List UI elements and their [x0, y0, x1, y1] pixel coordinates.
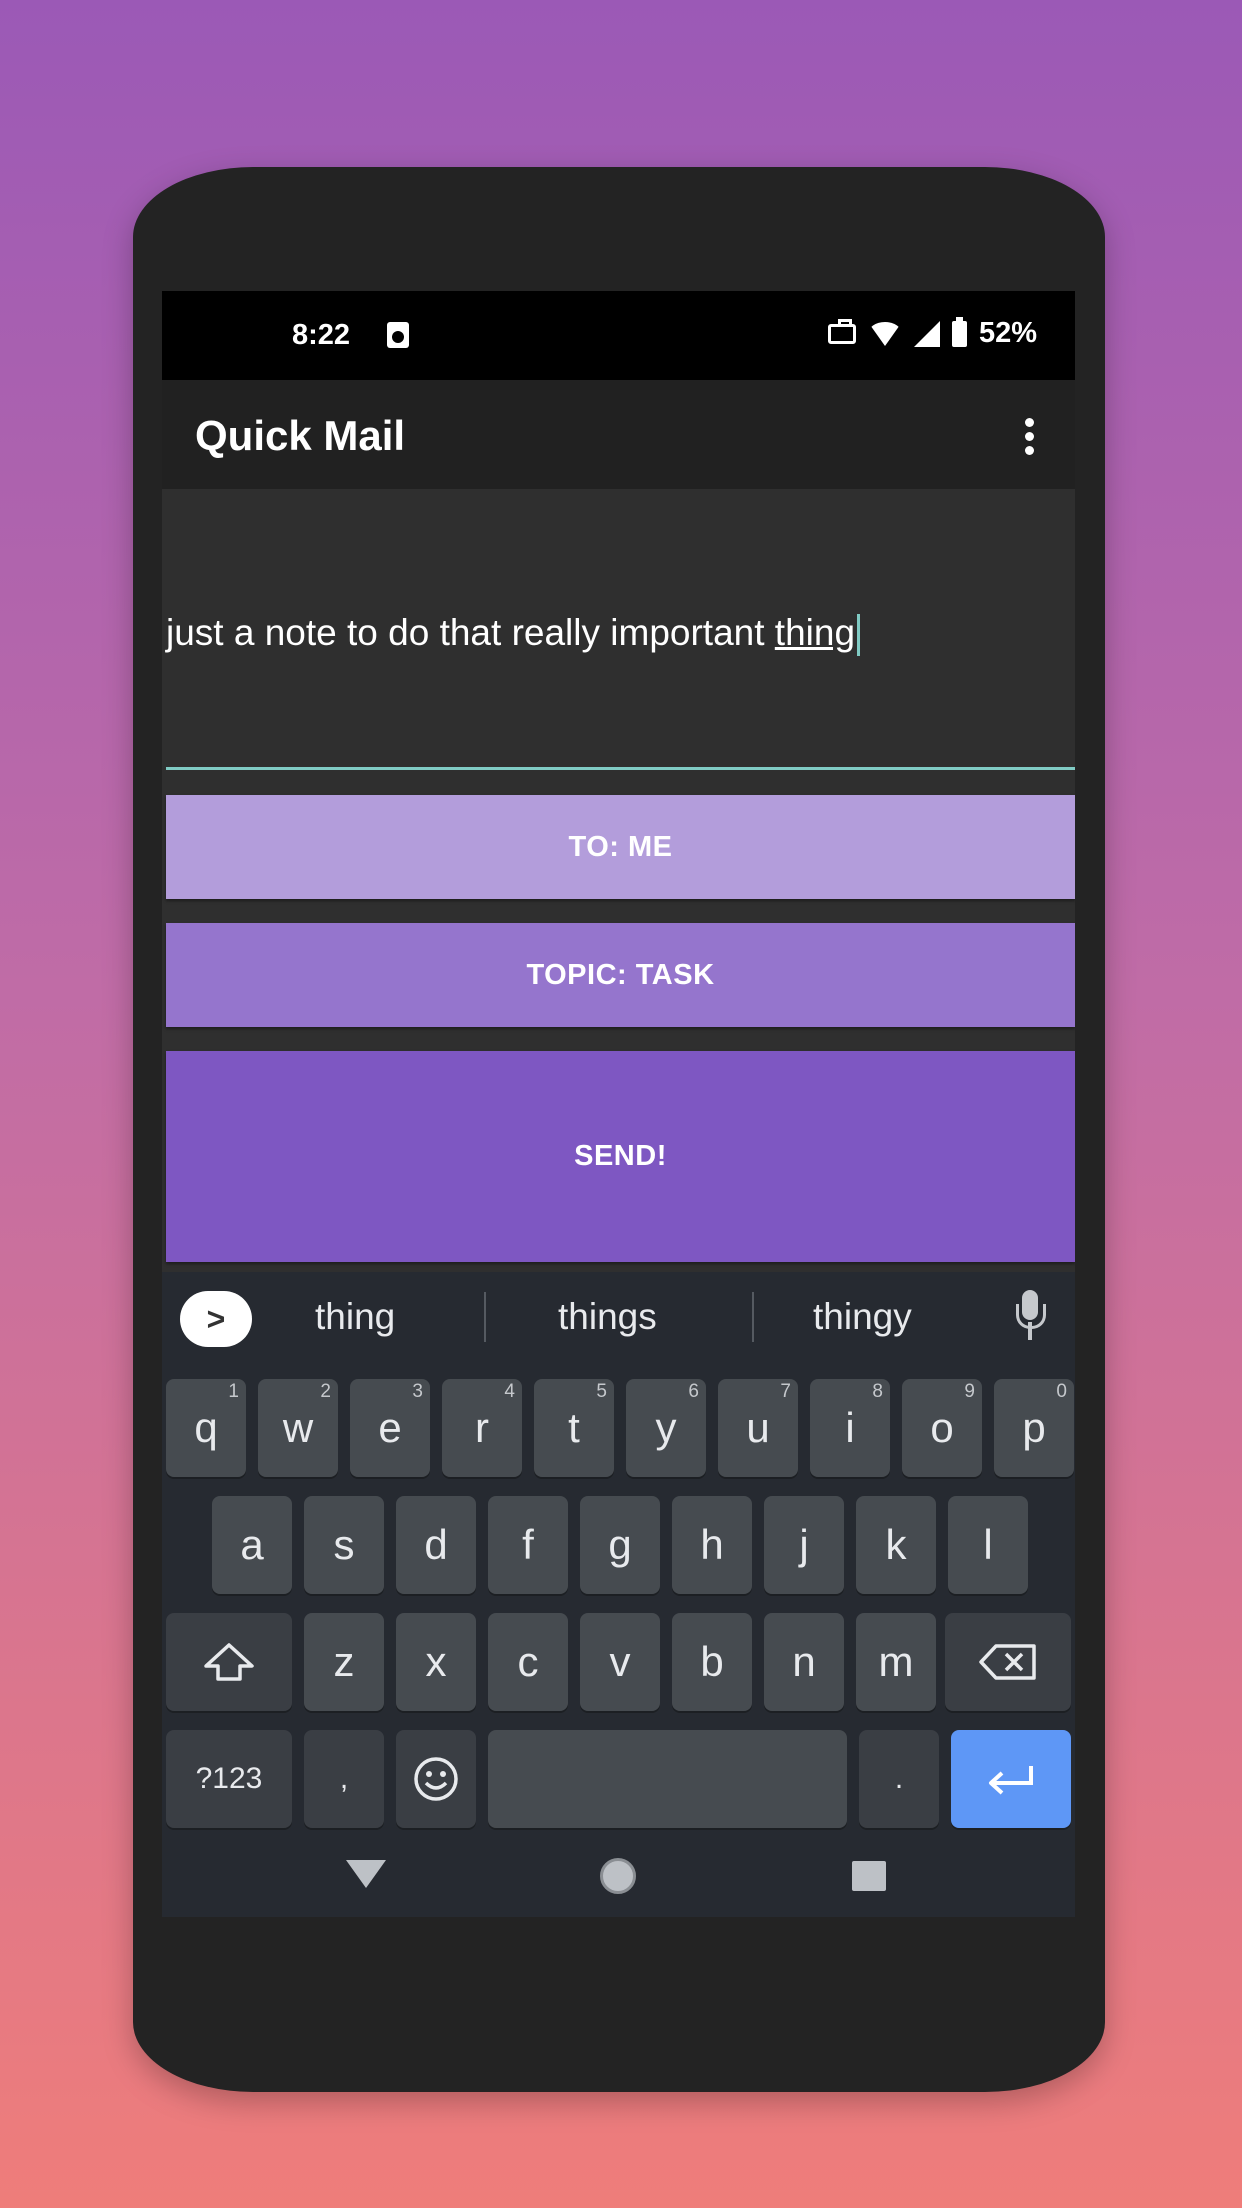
symbols-key[interactable]: ?123: [166, 1730, 292, 1828]
key-label: t: [568, 1404, 580, 1451]
nav-back-icon[interactable]: [346, 1860, 386, 1888]
key-label: r: [475, 1404, 489, 1451]
enter-icon: [989, 1766, 1033, 1795]
app-title: Quick Mail: [195, 412, 406, 459]
send-button[interactable]: SEND!: [166, 1051, 1075, 1262]
key-s[interactable]: s: [304, 1496, 384, 1594]
key-r[interactable]: r4: [442, 1379, 522, 1477]
key-e[interactable]: e3: [350, 1379, 430, 1477]
key-hint: 0: [1056, 1381, 1067, 1402]
key-g[interactable]: g: [580, 1496, 660, 1594]
key-label: e: [378, 1404, 402, 1451]
key-b[interactable]: b: [672, 1613, 752, 1711]
key-label: i: [845, 1404, 855, 1451]
suggestion-3[interactable]: thingy: [813, 1296, 912, 1338]
shift-key[interactable]: [166, 1613, 292, 1711]
key-a[interactable]: a: [212, 1496, 292, 1594]
topic-button[interactable]: TOPIC: TASK: [166, 923, 1075, 1027]
key-q[interactable]: q1: [166, 1379, 246, 1477]
emoji-key[interactable]: [396, 1730, 476, 1828]
phone-screen: 8:22 52% Quick Mail just a note to do th…: [162, 291, 1075, 1917]
key-c[interactable]: c: [488, 1613, 568, 1711]
mic-icon[interactable]: [1015, 1290, 1046, 1348]
suggestion-divider: [484, 1292, 486, 1342]
key-label: o: [930, 1404, 954, 1451]
key-o[interactable]: o9: [902, 1379, 982, 1477]
suggestion-2[interactable]: things: [558, 1296, 657, 1338]
space-key[interactable]: [488, 1730, 847, 1828]
key-u[interactable]: u7: [718, 1379, 798, 1477]
key-w[interactable]: w2: [258, 1379, 338, 1477]
key-l[interactable]: l: [948, 1496, 1028, 1594]
key-hint: 8: [872, 1381, 883, 1402]
key-hint: 7: [780, 1381, 791, 1402]
key-v[interactable]: v: [580, 1613, 660, 1711]
key-hint: 4: [504, 1381, 515, 1402]
key-hint: 1: [228, 1381, 239, 1402]
overflow-menu-icon[interactable]: [1025, 418, 1035, 455]
comma-key[interactable]: ,: [304, 1730, 384, 1828]
key-hint: 6: [688, 1381, 699, 1402]
text-cursor: [857, 614, 861, 657]
key-hint: 3: [412, 1381, 423, 1402]
key-x[interactable]: x: [396, 1613, 476, 1711]
key-hint: 2: [320, 1381, 331, 1402]
key-z[interactable]: z: [304, 1613, 384, 1711]
key-m[interactable]: m: [856, 1613, 936, 1711]
enter-key[interactable]: [951, 1730, 1071, 1828]
key-n[interactable]: n: [764, 1613, 844, 1711]
backspace-icon: [979, 1644, 1036, 1680]
signal-icon: [913, 320, 940, 347]
expand-suggestions-icon[interactable]: >: [180, 1291, 252, 1347]
suggestion-strip: > thing things thingy: [162, 1272, 1075, 1372]
system-nav-bar: [162, 1837, 1075, 1917]
nav-recents-icon[interactable]: [852, 1861, 886, 1891]
key-label: y: [655, 1404, 677, 1451]
key-label: u: [746, 1404, 770, 1451]
soft-keyboard: > thing things thingy q1w2e3r4t5y6u7i8o9…: [162, 1272, 1075, 1917]
note-current-word: thing: [774, 612, 856, 653]
status-bar: 8:22 52%: [162, 291, 1075, 380]
key-f[interactable]: f: [488, 1496, 568, 1594]
key-i[interactable]: i8: [810, 1379, 890, 1477]
key-y[interactable]: y6: [626, 1379, 706, 1477]
note-text: just a note to do that really important: [166, 612, 775, 653]
key-d[interactable]: d: [396, 1496, 476, 1594]
suggestion-1[interactable]: thing: [315, 1296, 395, 1338]
backspace-key[interactable]: [945, 1613, 1071, 1711]
nav-home-icon[interactable]: [600, 1858, 636, 1894]
key-label: q: [194, 1404, 218, 1451]
key-p[interactable]: p0: [994, 1379, 1074, 1477]
wifi-icon: [867, 321, 902, 346]
key-label: w: [282, 1404, 314, 1451]
key-k[interactable]: k: [856, 1496, 936, 1594]
battery-percent: 52%: [978, 317, 1037, 349]
note-input[interactable]: just a note to do that really important …: [166, 612, 1071, 657]
key-hint: 5: [596, 1381, 607, 1402]
key-h[interactable]: h: [672, 1496, 752, 1594]
key-t[interactable]: t5: [534, 1379, 614, 1477]
to-button[interactable]: TO: ME: [166, 795, 1075, 899]
status-time: 8:22: [292, 319, 351, 351]
emoji-icon: [414, 1757, 458, 1801]
work-profile-icon: [827, 318, 856, 344]
key-j[interactable]: j: [764, 1496, 844, 1594]
key-hint: 9: [964, 1381, 975, 1402]
suggestion-divider: [752, 1292, 754, 1342]
app-bar: Quick Mail: [162, 380, 1075, 489]
status-icons: 52%: [827, 316, 1037, 350]
input-underline: [166, 767, 1075, 770]
battery-icon: [951, 316, 967, 347]
period-key[interactable]: .: [859, 1730, 939, 1828]
record-icon: [387, 322, 409, 348]
key-label: p: [1022, 1404, 1046, 1451]
shift-icon: [204, 1643, 254, 1681]
